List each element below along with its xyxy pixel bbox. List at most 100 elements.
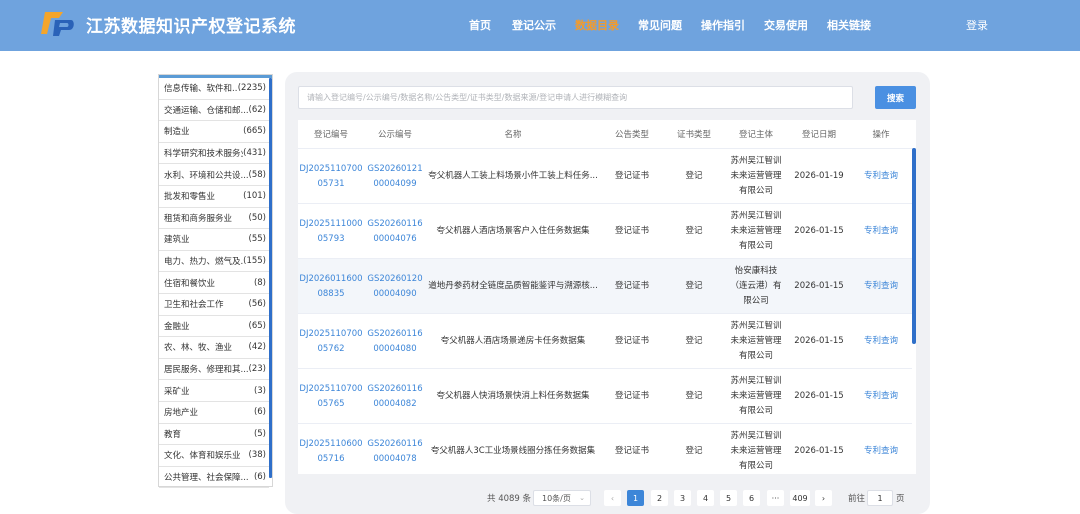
pub-no-line: GS20260116 [367,438,423,449]
reg-no-line: DJ2025111000 [299,218,363,229]
patent-query-link[interactable]: 专利查询 [850,149,912,204]
notice-type-text: 登记证书 [614,391,649,401]
nav-guide[interactable]: 操作指引 [701,17,745,33]
page-number-button[interactable]: 2 [651,490,668,506]
category-item[interactable]: 建筑业 (55) [159,229,269,251]
pub-no-link[interactable]: GS20260116 00004076 [364,204,426,259]
pub-no-link[interactable]: GS20260116 00004080 [364,314,426,369]
subject-cell: 苏州吴江智训 未来运营管理 有限公司 [724,369,788,424]
action-text: 专利查询 [863,391,898,401]
category-item[interactable]: 科学研究和技术服务业 (431) [159,143,269,165]
col-header-date: 登记日期 [801,130,836,140]
subject-line: 苏州吴江智训 [730,431,782,441]
pub-no-line: 00004076 [373,233,417,244]
page-size-select[interactable]: 10条/页 ⌄ [533,490,591,506]
table-row[interactable]: DJ2026011600 08835 GS20260120 00004090 道地丹参药… [298,259,912,314]
category-item[interactable]: 文化、体育和娱乐业 (38) [159,445,269,467]
table-row[interactable]: DJ2025110700 05762 GS20260116 00004080 夸父机器人… [298,314,912,369]
category-item[interactable]: 交通运输、仓储和邮... (62) [159,100,269,122]
pub-no-link[interactable]: GS20260116 00004078 [364,424,426,474]
subject-line: 未来运营管理 [730,336,782,346]
nav-trading[interactable]: 交易使用 [764,17,808,33]
reg-no-link[interactable]: DJ2025110700 05762 [298,314,364,369]
category-count: (8) [253,277,266,288]
pub-no-link[interactable]: GS20260121 00004099 [364,149,426,204]
nav-data-catalog[interactable]: 数据目录 [575,17,619,33]
data-name-text: 道地丹参药材全链度品质智能鉴评与溯源核... [428,281,598,291]
notice-type-text: 登记证书 [614,171,649,181]
table-scrollbar[interactable] [912,148,916,344]
patent-query-link[interactable]: 专利查询 [850,424,912,474]
nav-related-links[interactable]: 相关链接 [827,17,871,33]
patent-query-link[interactable]: 专利查询 [850,204,912,259]
category-item[interactable]: 电力、热力、燃气及... (155) [159,251,269,273]
col-header-pub-no: 公示编号 [377,130,412,140]
nav-home[interactable]: 首页 [469,17,491,33]
pub-no-line: 00004082 [373,398,417,409]
reg-no-link[interactable]: DJ2025110700 05765 [298,369,364,424]
sidebar-scrollbar[interactable] [269,78,272,478]
pub-no-line: 00004078 [373,453,417,464]
category-item[interactable]: 居民服务、修理和其... (23) [159,359,269,381]
category-item[interactable]: 金融业 (65) [159,316,269,338]
subject-cell: 怡安康科技 （连云港）有 限公司 [724,259,788,314]
category-item[interactable]: 批发和零售业 (101) [159,186,269,208]
chevron-down-icon: ⌄ [579,494,585,502]
reg-no-link[interactable]: DJ2026011600 08835 [298,259,364,314]
goto-page-input[interactable]: 1 [867,490,893,506]
table-row[interactable]: DJ2025110700 05765 GS20260116 00004082 夸父机器人… [298,369,912,424]
category-item[interactable]: 水利、环境和公共设... (58) [159,164,269,186]
nav-faq[interactable]: 常见问题 [638,17,682,33]
reg-no-line: DJ2026011600 [299,273,363,284]
page-number-button[interactable]: 4 [697,490,714,506]
category-item[interactable]: 信息传输、软件和... (2235) [159,78,269,100]
category-item[interactable]: 制造业 (665) [159,121,269,143]
category-item[interactable]: 采矿业 (3) [159,380,269,402]
site-title: 江苏数据知识产权登记系统 [86,17,296,37]
category-name: 交通运输、仓储和邮... [164,105,249,116]
page-ellipsis[interactable]: ··· [767,490,784,506]
cert-type-cell: 登记 [664,259,724,314]
col-header-reg-no: 登记编号 [313,130,348,140]
prev-page-button[interactable]: ‹ [604,490,621,506]
page-number-button[interactable]: 1 [627,490,644,506]
category-item[interactable]: 卫生和社会工作 (56) [159,294,269,316]
search-input[interactable]: 请输入登记编号/公示编号/数据名称/公告类型/证书类型/数据来源/登记申请人进行… [298,86,853,109]
table-row[interactable]: DJ2025110600 05716 GS20260116 00004078 夸父机器人… [298,424,912,474]
page-number-button[interactable]: 3 [674,490,691,506]
category-count: (42) [248,342,266,353]
category-name: 电力、热力、燃气及... [164,257,244,268]
patent-query-link[interactable]: 专利查询 [850,259,912,314]
patent-query-link[interactable]: 专利查询 [850,314,912,369]
subject-line: 苏州吴江智训 [730,211,782,221]
pub-no-link[interactable]: GS20260116 00004082 [364,369,426,424]
next-page-button[interactable]: › [815,490,832,506]
patent-query-link[interactable]: 专利查询 [850,369,912,424]
table-row[interactable]: DJ2025110700 05731 GS20260121 00004099 夸父机器人… [298,149,912,204]
category-item[interactable]: 农、林、牧、渔业 (42) [159,337,269,359]
page-number-button[interactable]: 409 [790,490,810,506]
category-item[interactable]: 公共管理、社会保障... (6) [159,467,269,489]
page-number-button[interactable]: 5 [720,490,737,506]
category-name: 卫生和社会工作 [164,300,224,311]
reg-no-line: 05793 [317,233,345,244]
subject-cell: 苏州吴江智训 未来运营管理 有限公司 [724,314,788,369]
category-item[interactable]: 住宿和餐饮业 (8) [159,272,269,294]
date-text: 2026-01-15 [794,446,844,456]
notice-type-text: 登记证书 [614,446,649,456]
pub-no-line: 00004090 [373,288,417,299]
pub-no-link[interactable]: GS20260120 00004090 [364,259,426,314]
reg-no-link[interactable]: DJ2025110600 05716 [298,424,364,474]
reg-no-link[interactable]: DJ2025111000 05793 [298,204,364,259]
search-placeholder: 请输入登记编号/公示编号/数据名称/公告类型/证书类型/数据来源/登记申请人进行… [307,93,628,102]
reg-no-line: DJ2025110700 [299,383,363,394]
nav-registration-notice[interactable]: 登记公示 [512,17,556,33]
search-button[interactable]: 搜索 [875,86,916,109]
category-item[interactable]: 房地产业 (6) [159,402,269,424]
table-row[interactable]: DJ2025111000 05793 GS20260116 00004076 夸父机器人… [298,204,912,259]
login-link[interactable]: 登录 [966,17,988,33]
category-item[interactable]: 教育 (5) [159,424,269,446]
reg-no-link[interactable]: DJ2025110700 05731 [298,149,364,204]
page-number-button[interactable]: 6 [743,490,760,506]
category-item[interactable]: 租赁和商务服务业 (50) [159,208,269,230]
